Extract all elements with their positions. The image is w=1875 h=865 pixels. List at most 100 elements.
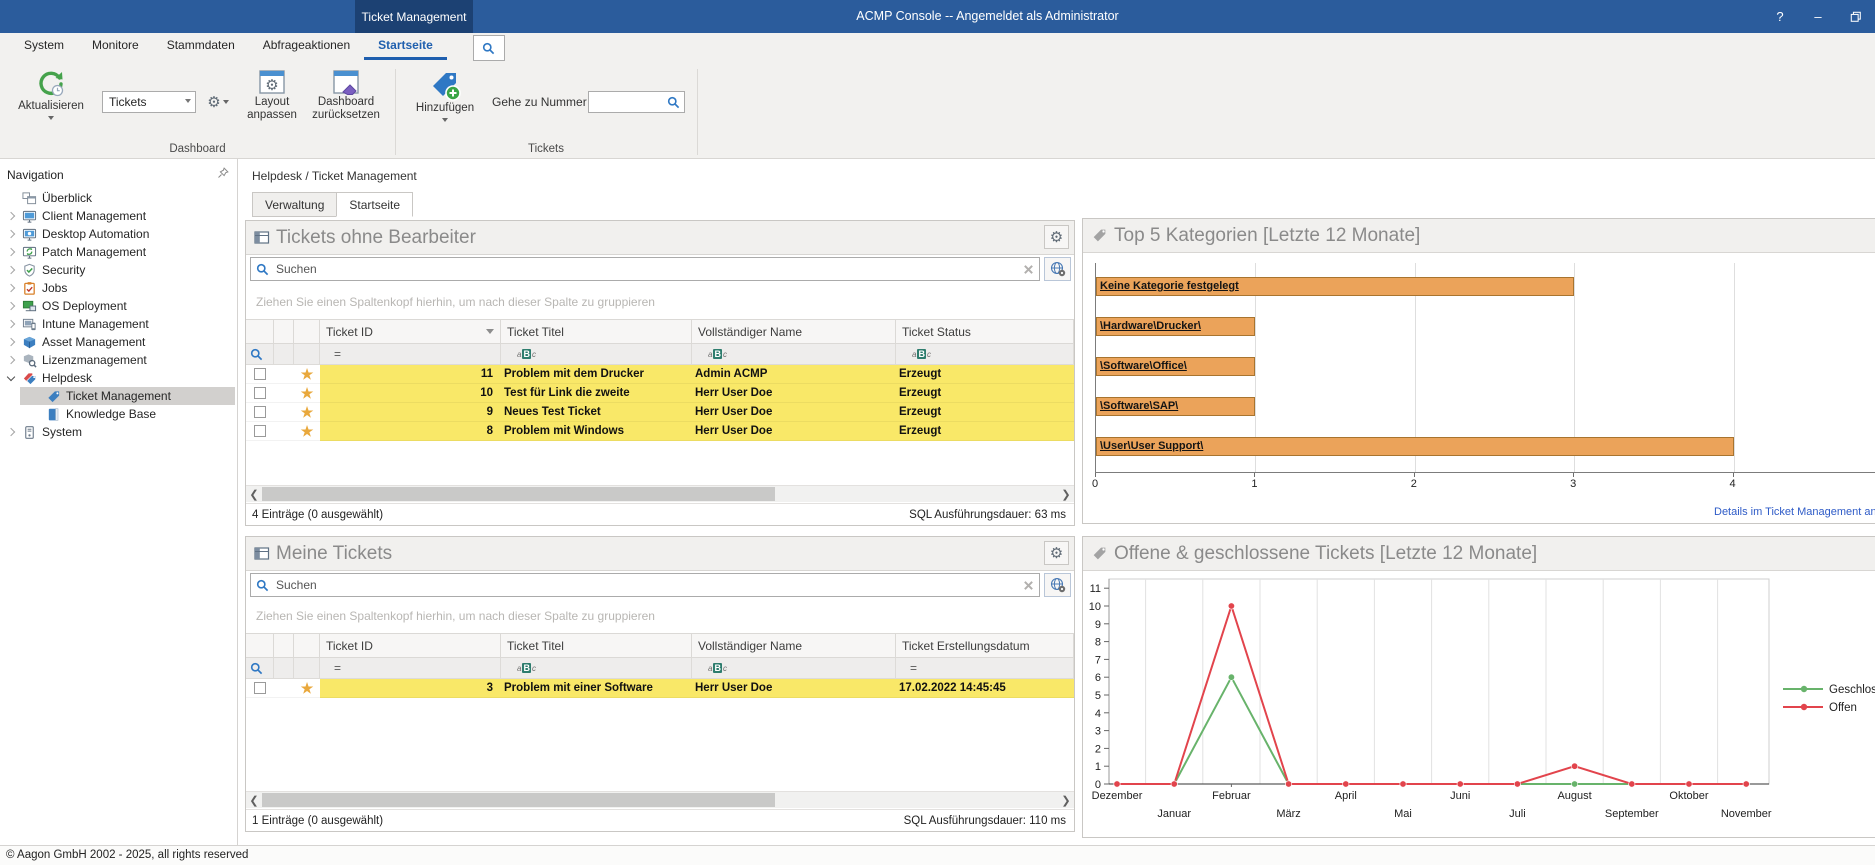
sidebar-item-patch-management[interactable]: Patch Management [0,243,237,261]
column-header-ticket-id[interactable]: Ticket ID [320,319,501,344]
expand-icon[interactable] [7,302,15,310]
scroll-left-icon[interactable]: ❮ [246,486,262,502]
expand-icon[interactable] [7,320,15,328]
row-select-cell[interactable] [246,365,274,384]
row-select-cell[interactable] [246,422,274,441]
horizontal-scrollbar[interactable]: ❮ ❯ [246,485,1074,502]
star-icon[interactable]: ★ [301,424,314,438]
column-header-ticket-id[interactable]: Ticket ID [320,633,501,658]
table-row[interactable]: ★9Neues Test TicketHerr User DoeErzeugt [246,403,1074,422]
sidebar-item-os-deployment[interactable]: OS Deployment [0,297,237,315]
star-icon[interactable]: ★ [301,386,314,400]
goto-number-input[interactable] [589,95,667,109]
scroll-right-icon[interactable]: ❯ [1058,486,1074,502]
filter-cell[interactable]: aBc [501,658,692,679]
clear-search-icon[interactable] [1023,264,1034,275]
sidebar-item-lizenzmanagement[interactable]: Lizenzmanagement [0,351,237,369]
abc-filter-icon[interactable]: aBc [517,349,536,359]
view-settings-button[interactable]: ⚙ [202,91,234,113]
minimize-button[interactable]: – [1803,0,1833,33]
expand-icon[interactable] [7,266,15,274]
menu-item-startseite[interactable]: Startseite [364,33,447,60]
expand-icon[interactable] [7,284,15,292]
tab-verwaltung[interactable]: Verwaltung [252,192,337,217]
table-row[interactable]: ★8Problem mit WindowsHerr User DoeErzeug… [246,422,1074,441]
abc-filter-icon[interactable]: aBc [517,663,536,673]
sidebar-item-überblick[interactable]: Überblick [0,189,237,207]
sidebar-item-asset-management[interactable]: Asset Management [0,333,237,351]
scrollbar-thumb[interactable] [262,487,775,501]
refresh-button[interactable]: Aktualisieren [10,69,92,123]
filter-cell[interactable]: = [320,344,501,365]
equals-filter-icon[interactable]: = [334,347,341,361]
menu-item-system[interactable]: System [10,33,78,60]
table-row[interactable]: ★10Test für Link die zweiteHerr User Doe… [246,384,1074,403]
row-select-cell[interactable] [246,384,274,403]
scrollbar-thumb[interactable] [262,793,775,807]
row-star-cell[interactable]: ★ [294,422,320,441]
row-checkbox[interactable] [254,368,266,380]
row-star-cell[interactable]: ★ [294,403,320,422]
dashboard-reset-button[interactable]: Dashboardzurücksetzen [303,69,389,122]
sidebar-item-intune-management[interactable]: Intune Management [0,315,237,333]
scroll-left-icon[interactable]: ❮ [246,792,262,808]
abc-filter-icon[interactable]: aBc [912,349,931,359]
abc-filter-icon[interactable]: aBc [708,349,727,359]
column-header-ticket-erstellungsdatum[interactable]: Ticket Erstellungsdatum [896,633,1074,658]
filter-search-cell[interactable] [246,658,274,679]
help-button[interactable]: ? [1765,0,1795,33]
column-header-ticket-titel[interactable]: Ticket Titel [501,319,692,344]
view-combobox[interactable]: Tickets [102,91,196,113]
equals-filter-icon[interactable]: = [910,661,917,675]
sidebar-item-system[interactable]: System [0,423,237,441]
filter-cell[interactable]: aBc [896,344,1074,365]
search-icon[interactable] [667,96,680,109]
clear-search-icon[interactable] [1023,580,1034,591]
expand-icon[interactable] [7,248,15,256]
sidebar-item-knowledge-base[interactable]: Knowledge Base [0,405,237,423]
ribbon-search-button[interactable] [473,35,505,61]
expand-icon[interactable] [7,338,15,346]
collapse-icon[interactable] [7,373,15,381]
row-star-cell[interactable]: ★ [294,679,320,698]
row-select-cell[interactable] [246,403,274,422]
panel-settings-button[interactable]: ⚙ [1044,225,1069,249]
row-star-cell[interactable]: ★ [294,384,320,403]
menu-item-monitore[interactable]: Monitore [78,33,153,60]
column-header-ticket-titel[interactable]: Ticket Titel [501,633,692,658]
filter-cell[interactable]: = [896,658,1074,679]
sidebar-item-helpdesk[interactable]: Helpdesk [0,369,237,387]
star-icon[interactable]: ★ [301,367,314,381]
sidebar-item-client-management[interactable]: Client Management [0,207,237,225]
search-scope-button[interactable] [1044,573,1071,597]
sidebar-item-security[interactable]: Security [0,261,237,279]
search-box[interactable] [250,573,1040,597]
tab-startseite[interactable]: Startseite [336,192,413,217]
expand-icon[interactable] [7,356,15,364]
panel-settings-button[interactable]: ⚙ [1044,541,1069,565]
search-scope-button[interactable] [1044,257,1071,281]
scroll-right-icon[interactable]: ❯ [1058,792,1074,808]
restore-icon[interactable] [1841,0,1871,33]
sidebar-item-ticket-management[interactable]: Ticket Management [0,387,237,405]
row-star-cell[interactable]: ★ [294,365,320,384]
filter-search-cell[interactable] [246,344,274,365]
goto-number-field[interactable] [588,91,685,113]
search-input[interactable] [274,577,1018,593]
row-select-cell[interactable] [246,679,274,698]
filter-cell[interactable]: = [320,658,501,679]
row-checkbox[interactable] [254,425,266,437]
filter-cell[interactable]: aBc [692,344,896,365]
menu-item-abfrageaktionen[interactable]: Abfrageaktionen [249,33,364,60]
row-checkbox[interactable] [254,406,266,418]
filter-cell[interactable]: aBc [501,344,692,365]
star-icon[interactable]: ★ [301,405,314,419]
equals-filter-icon[interactable]: = [334,661,341,675]
search-box[interactable] [250,257,1040,281]
sidebar-item-desktop-automation[interactable]: Desktop Automation [0,225,237,243]
horizontal-scrollbar[interactable]: ❮ ❯ [246,791,1074,808]
column-header-vollständiger-name[interactable]: Vollständiger Name [692,319,896,344]
details-link[interactable]: Details im Ticket Management anzeigen [1714,506,1875,518]
pin-icon[interactable] [217,167,229,179]
abc-filter-icon[interactable]: aBc [708,663,727,673]
